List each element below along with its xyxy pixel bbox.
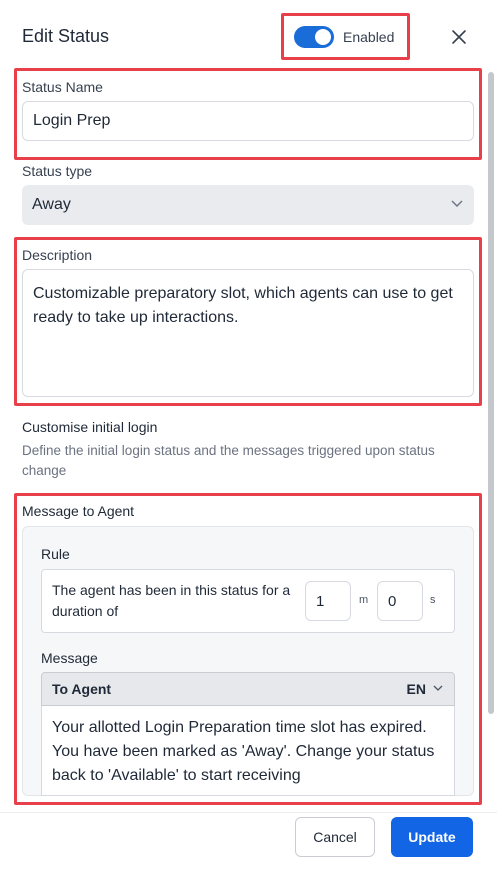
description-textarea[interactable]: Customizable preparatory slot, which age… <box>22 269 474 397</box>
rule-label: Rule <box>41 546 70 562</box>
status-type-label: Status type <box>22 163 93 179</box>
minutes-input[interactable]: 1 <box>305 581 351 621</box>
minutes-unit: m <box>359 594 369 606</box>
status-name-input[interactable]: Login Prep <box>22 101 474 141</box>
language-select[interactable]: EN <box>407 681 444 697</box>
description-label: Description <box>22 247 93 263</box>
rule-text: The agent has been in this status for a … <box>52 582 291 619</box>
page-title: Edit Status <box>22 26 110 46</box>
toggle-switch[interactable] <box>294 26 334 48</box>
footer-divider <box>0 812 497 813</box>
language-value: EN <box>406 681 426 697</box>
status-name-label: Status Name <box>22 79 103 95</box>
toggle-knob <box>315 29 331 45</box>
scrollbar[interactable] <box>488 72 494 714</box>
chevron-down-icon <box>450 196 464 215</box>
message-textarea[interactable]: Your allotted Login Preparation time slo… <box>41 706 455 796</box>
status-type-value: Away <box>32 196 71 213</box>
update-button[interactable]: Update <box>391 817 473 857</box>
recipient-label: To Agent <box>52 681 112 697</box>
message-to-agent-heading: Message to Agent <box>22 503 135 519</box>
close-icon[interactable] <box>450 28 468 46</box>
initial-login-heading: Customise initial login <box>22 419 158 435</box>
status-name-value: Login Prep <box>33 112 111 129</box>
chevron-down-icon <box>432 681 444 697</box>
initial-login-help: Define the initial login status and the … <box>22 443 435 478</box>
message-label: Message <box>41 650 98 666</box>
enabled-toggle[interactable]: Enabled <box>294 26 394 48</box>
seconds-input[interactable]: 0 <box>377 581 423 621</box>
toggle-label: Enabled <box>343 29 395 45</box>
cancel-button[interactable]: Cancel <box>295 817 375 857</box>
seconds-unit: s <box>430 594 436 606</box>
recipient-bar: To Agent EN <box>41 672 455 706</box>
status-type-select[interactable]: Away <box>22 185 474 225</box>
